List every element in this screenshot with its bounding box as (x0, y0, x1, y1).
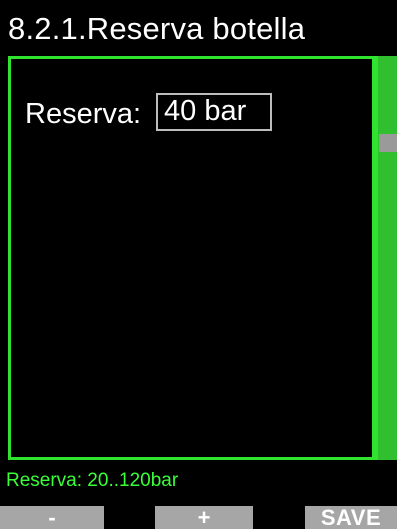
reserve-value-field[interactable]: 40 bar (156, 93, 272, 131)
settings-panel: Reserva: 40 bar (8, 56, 375, 460)
decrement-button[interactable]: - (0, 506, 104, 529)
scrollbar-track-edge (375, 56, 378, 460)
save-button[interactable]: SAVE (305, 506, 397, 529)
title-bar: 8.2.1.Reserva botella (0, 0, 397, 56)
scrollbar-thumb[interactable] (379, 134, 397, 152)
page-title: 8.2.1.Reserva botella (8, 11, 306, 46)
scrollbar[interactable] (375, 56, 397, 460)
range-hint: Reserva: 20..120bar (6, 470, 179, 491)
increment-button[interactable]: + (155, 506, 253, 529)
reserve-label: Reserva: (25, 98, 142, 130)
